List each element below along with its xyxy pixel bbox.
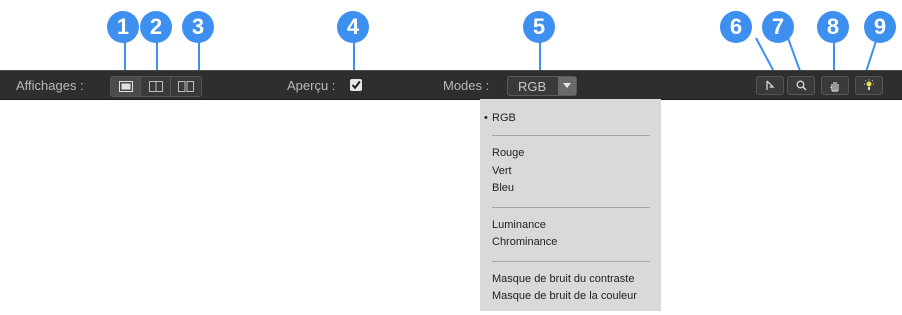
menu-item-label: Bleu (492, 182, 515, 194)
checkmark-icon (351, 80, 361, 90)
side-by-side-view-button[interactable] (171, 77, 201, 96)
selected-bullet-icon: • (484, 112, 488, 124)
menu-item-label: Luminance (492, 219, 546, 231)
single-view-button[interactable] (111, 77, 141, 96)
mode-select[interactable]: RGB (507, 76, 577, 96)
menu-item-contrast-noise-mask[interactable]: Masque de bruit du contraste (492, 273, 634, 285)
menu-item-label: Masque de bruit de la couleur (492, 290, 637, 302)
callout-badge: 9 (864, 11, 896, 43)
split-view-icon (148, 81, 163, 92)
views-label: Affichages : (16, 78, 84, 93)
viewer-toolbar: Affichages : Aperçu : Modes : RGB (0, 70, 902, 100)
hand-icon (830, 81, 839, 92)
side-by-side-view-icon (178, 81, 194, 92)
preview-checkbox[interactable] (350, 79, 362, 91)
magnifier-icon (796, 80, 807, 91)
menu-item-label: Rouge (492, 147, 525, 159)
callout-badge: 6 (720, 11, 752, 43)
menu-item-rouge[interactable]: Rouge (492, 147, 524, 159)
menu-item-label: RGB (492, 112, 516, 124)
modes-dropdown-menu: • RGB Rouge Vert Bleu Luminance Chromina… (480, 99, 661, 311)
select-tool-button[interactable] (756, 76, 784, 95)
pan-tool-button[interactable] (821, 76, 849, 95)
preview-label: Aperçu : (287, 78, 336, 93)
menu-item-label: Masque de bruit du contraste (492, 273, 635, 285)
split-view-button[interactable] (141, 77, 171, 96)
mode-select-value: RGB (518, 79, 547, 94)
menu-separator (492, 135, 650, 136)
menu-item-luminance[interactable]: Luminance (492, 219, 546, 231)
menu-item-label: Chrominance (492, 236, 558, 248)
menu-item-label: Vert (492, 165, 512, 177)
callout-badge: 4 (337, 11, 369, 43)
menu-separator (492, 207, 650, 208)
light-bulb-icon (864, 79, 874, 90)
menu-item-color-noise-mask[interactable]: Masque de bruit de la couleur (492, 290, 637, 302)
arrow-pointer-icon (766, 80, 775, 90)
callout-badge: 5 (523, 11, 555, 43)
chevron-down-icon (558, 77, 576, 95)
view-mode-segmented-control (110, 76, 202, 97)
zoom-tool-button[interactable] (787, 76, 815, 95)
single-view-icon (118, 81, 133, 92)
menu-item-vert[interactable]: Vert (492, 165, 512, 177)
callout-badge: 7 (762, 11, 794, 43)
menu-separator (492, 261, 650, 262)
menu-item-chrominance[interactable]: Chrominance (492, 236, 557, 248)
callout-badge: 8 (817, 11, 849, 43)
menu-item-bleu[interactable]: Bleu (492, 182, 514, 194)
callout-badge: 3 (182, 11, 214, 43)
light-tool-button[interactable] (855, 76, 883, 95)
callout-badge: 1 (107, 11, 139, 43)
callout-badge: 2 (140, 11, 172, 43)
modes-label: Modes : (443, 78, 490, 93)
menu-item-rgb[interactable]: • RGB (484, 112, 516, 124)
